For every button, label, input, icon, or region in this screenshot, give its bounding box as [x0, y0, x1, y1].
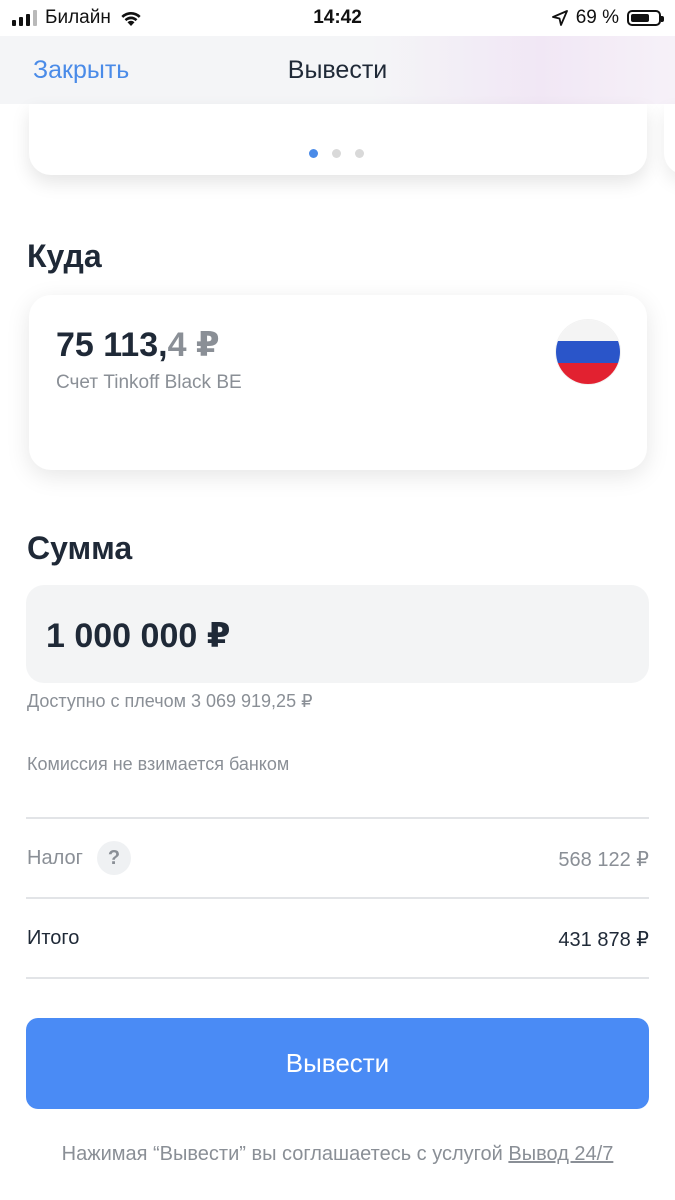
destination-account-card[interactable]: 75 113,4 ₽ Счет Tinkoff Black BE: [29, 295, 647, 470]
total-value: 431 878 ₽: [558, 929, 649, 951]
divider: [26, 897, 649, 899]
status-bar-left: Билайн: [12, 7, 143, 29]
battery-level: [631, 14, 649, 22]
carrier-name: Билайн: [45, 7, 111, 28]
carousel-page-indicator: [309, 149, 364, 158]
status-bar-right: 69 %: [551, 7, 664, 29]
location-arrow-icon: [551, 10, 568, 26]
divider: [26, 977, 649, 979]
next-carousel-card-peek[interactable]: [664, 104, 675, 175]
service-terms-link[interactable]: Вывод 24/7: [508, 1143, 613, 1165]
destination-heading: Куда: [27, 238, 102, 274]
commission-hint: Комиссия не взимается банком: [27, 754, 290, 774]
battery-percent: 69 %: [575, 7, 619, 28]
question-help-icon[interactable]: ?: [97, 841, 131, 875]
balance-fraction-part: 4 ₽: [167, 326, 220, 364]
amount-input-value[interactable]: 1 000 000 ₽: [46, 616, 230, 656]
close-button[interactable]: Закрыть: [33, 56, 129, 85]
amount-input[interactable]: 1 000 000 ₽: [26, 585, 649, 683]
divider: [26, 817, 649, 819]
battery-icon: [627, 10, 664, 26]
russia-flag-icon: [556, 320, 620, 384]
consent-note: Нажимая “Вывести” вы соглашаетесь с услу…: [0, 1143, 675, 1166]
wifi-icon: [121, 11, 141, 26]
carousel-dot[interactable]: [355, 149, 364, 158]
tax-value: 568 122 ₽: [558, 849, 649, 871]
tax-label: Налог: [27, 847, 83, 869]
amount-heading: Сумма: [27, 530, 133, 566]
consent-text: Нажимая “Вывести” вы соглашаетесь с услу…: [61, 1143, 509, 1165]
available-with-leverage-hint: Доступно с плечом 3 069 919,25 ₽: [27, 691, 313, 711]
carousel-dot-active[interactable]: [309, 149, 318, 158]
account-name: Счет Tinkoff Black BE: [56, 372, 242, 393]
navigation-bar: Закрыть Вывести: [0, 36, 675, 104]
source-account-carousel-card[interactable]: [29, 104, 647, 175]
withdraw-button[interactable]: Вывести: [26, 1018, 649, 1109]
balance-integer-part: 75 113,: [56, 326, 168, 364]
status-bar: Билайн 14:42 69 %: [0, 0, 675, 36]
total-label: Итого: [27, 927, 80, 949]
cellular-signal-icon: [12, 10, 37, 26]
carousel-dot[interactable]: [332, 149, 341, 158]
account-balance: 75 113,4 ₽: [56, 325, 220, 365]
